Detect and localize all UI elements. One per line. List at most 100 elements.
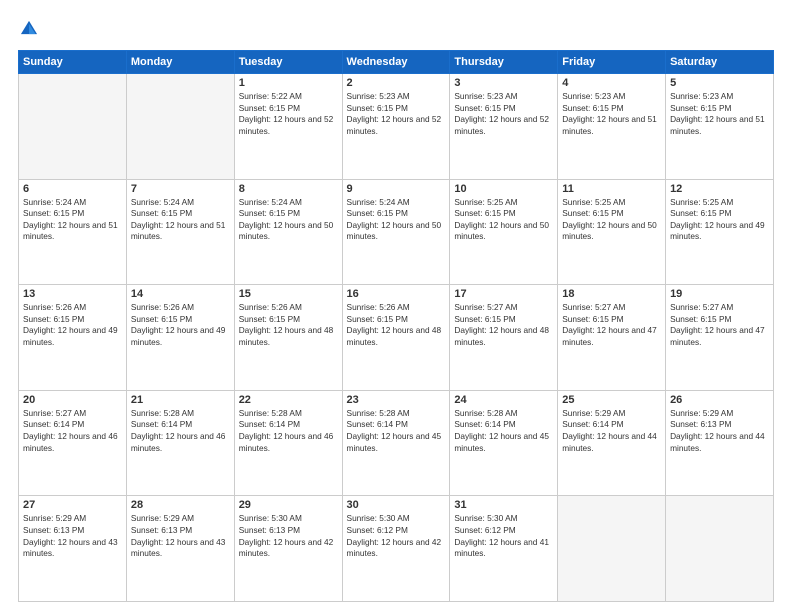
day-number: 1 (239, 77, 338, 89)
weekday-header-row: SundayMondayTuesdayWednesdayThursdayFrid… (19, 51, 774, 74)
calendar-cell: 1 Sunrise: 5:22 AMSunset: 6:15 PMDaylight… (234, 74, 342, 180)
calendar-cell (19, 74, 127, 180)
calendar-cell (126, 74, 234, 180)
logo-icon (18, 18, 40, 40)
day-number: 11 (562, 183, 661, 195)
weekday-thursday: Thursday (450, 51, 558, 74)
day-number: 23 (347, 394, 446, 406)
calendar-cell: 17Sunrise: 5:27 AMSunset: 6:15 PMDayligh… (450, 285, 558, 391)
calendar-cell: 23 Sunrise: 5:28 AMSunset: 6:14 PMDayligh… (342, 390, 450, 496)
day-number: 24 (454, 394, 553, 406)
day-number: 22 (239, 394, 338, 406)
day-number: 14 (131, 288, 230, 300)
weekday-friday: Friday (558, 51, 666, 74)
cell-detail: Sunrise: 5:22 AMSunset: 6:15 PMDaylight:… (239, 91, 338, 137)
weekday-tuesday: Tuesday (234, 51, 342, 74)
cell-detail: Sunrise: 5:30 AMSunset: 6:13 PMDaylight:… (239, 513, 338, 559)
cell-detail: Sunrise: 5:29 AMSunset: 6:14 PMDaylight:… (562, 408, 661, 454)
calendar-cell: 12 Sunrise: 5:25 AMSunset: 6:15 PMDayligh… (666, 179, 774, 285)
cell-detail: Sunrise: 5:23 AMSunset: 6:15 PMDaylight:… (347, 91, 446, 137)
day-number: 2 (347, 77, 446, 89)
calendar-cell: 21 Sunrise: 5:28 AMSunset: 6:14 PMDayligh… (126, 390, 234, 496)
calendar-cell: 15 Sunrise: 5:26 AMSunset: 6:15 PMDayligh… (234, 285, 342, 391)
day-number: 10 (454, 183, 553, 195)
calendar-cell: 11 Sunrise: 5:25 AMSunset: 6:15 PMDayligh… (558, 179, 666, 285)
calendar-cell: 6 Sunrise: 5:24 AMSunset: 6:15 PMDaylight… (19, 179, 127, 285)
logo (18, 18, 42, 40)
calendar-cell: 28 Sunrise: 5:29 AMSunset: 6:13 PMDayligh… (126, 496, 234, 602)
calendar-cell: 14 Sunrise: 5:26 AMSunset: 6:15 PMDayligh… (126, 285, 234, 391)
cell-detail: Sunrise: 5:26 AMSunset: 6:15 PMDaylight:… (239, 302, 338, 348)
day-number: 31 (454, 499, 553, 511)
calendar-cell: 26 Sunrise: 5:29 AMSunset: 6:13 PMDayligh… (666, 390, 774, 496)
cell-detail: Sunrise: 5:24 AMSunset: 6:15 PMDaylight:… (23, 197, 122, 243)
cell-detail: Sunrise: 5:27 AMSunset: 6:15 PMDaylight:… (562, 302, 661, 348)
cell-detail: Sunrise: 5:29 AMSunset: 6:13 PMDaylight:… (131, 513, 230, 559)
calendar-cell: 3 Sunrise: 5:23 AMSunset: 6:15 PMDaylight… (450, 74, 558, 180)
cell-detail: Sunrise: 5:28 AMSunset: 6:14 PMDaylight:… (454, 408, 553, 454)
calendar-cell: 30 Sunrise: 5:30 AMSunset: 6:12 PMDayligh… (342, 496, 450, 602)
day-number: 19 (670, 288, 769, 300)
cell-detail: Sunrise: 5:24 AMSunset: 6:15 PMDaylight:… (131, 197, 230, 243)
cell-detail: Sunrise: 5:25 AMSunset: 6:15 PMDaylight:… (454, 197, 553, 243)
day-number: 26 (670, 394, 769, 406)
header (18, 18, 774, 40)
calendar-cell: 5 Sunrise: 5:23 AMSunset: 6:15 PMDaylight… (666, 74, 774, 180)
cell-detail: Sunrise: 5:23 AMSunset: 6:15 PMDaylight:… (454, 91, 553, 137)
cell-detail: Sunrise: 5:26 AMSunset: 6:15 PMDaylight:… (347, 302, 446, 348)
calendar-cell: 2 Sunrise: 5:23 AMSunset: 6:15 PMDaylight… (342, 74, 450, 180)
calendar-cell: 7Sunrise: 5:24 AMSunset: 6:15 PMDaylight… (126, 179, 234, 285)
day-number: 5 (670, 77, 769, 89)
cell-detail: Sunrise: 5:30 AMSunset: 6:12 PMDaylight:… (347, 513, 446, 559)
cell-detail: Sunrise: 5:29 AMSunset: 6:13 PMDaylight:… (670, 408, 769, 454)
cell-detail: Sunrise: 5:27 AMSunset: 6:14 PMDaylight:… (23, 408, 122, 454)
cell-detail: Sunrise: 5:28 AMSunset: 6:14 PMDaylight:… (131, 408, 230, 454)
day-number: 3 (454, 77, 553, 89)
page: SundayMondayTuesdayWednesdayThursdayFrid… (0, 0, 792, 612)
day-number: 6 (23, 183, 122, 195)
calendar-cell: 29 Sunrise: 5:30 AMSunset: 6:13 PMDayligh… (234, 496, 342, 602)
cell-detail: Sunrise: 5:28 AMSunset: 6:14 PMDaylight:… (347, 408, 446, 454)
calendar-cell: 8 Sunrise: 5:24 AMSunset: 6:15 PMDaylight… (234, 179, 342, 285)
cell-detail: Sunrise: 5:25 AMSunset: 6:15 PMDaylight:… (670, 197, 769, 243)
calendar-row-1: 6 Sunrise: 5:24 AMSunset: 6:15 PMDaylight… (19, 179, 774, 285)
day-number: 12 (670, 183, 769, 195)
weekday-wednesday: Wednesday (342, 51, 450, 74)
calendar-cell: 27Sunrise: 5:29 AMSunset: 6:13 PMDayligh… (19, 496, 127, 602)
cell-detail: Sunrise: 5:23 AMSunset: 6:15 PMDaylight:… (562, 91, 661, 137)
cell-detail: Sunrise: 5:26 AMSunset: 6:15 PMDaylight:… (23, 302, 122, 348)
calendar-cell: 24 Sunrise: 5:28 AMSunset: 6:14 PMDayligh… (450, 390, 558, 496)
calendar-cell: 19Sunrise: 5:27 AMSunset: 6:15 PMDayligh… (666, 285, 774, 391)
calendar-row-3: 20Sunrise: 5:27 AMSunset: 6:14 PMDayligh… (19, 390, 774, 496)
calendar-cell: 13 Sunrise: 5:26 AMSunset: 6:15 PMDayligh… (19, 285, 127, 391)
calendar-row-2: 13 Sunrise: 5:26 AMSunset: 6:15 PMDayligh… (19, 285, 774, 391)
calendar-cell (558, 496, 666, 602)
cell-detail: Sunrise: 5:23 AMSunset: 6:15 PMDaylight:… (670, 91, 769, 137)
day-number: 8 (239, 183, 338, 195)
calendar-cell: 22Sunrise: 5:28 AMSunset: 6:14 PMDayligh… (234, 390, 342, 496)
day-number: 15 (239, 288, 338, 300)
calendar-cell: 20Sunrise: 5:27 AMSunset: 6:14 PMDayligh… (19, 390, 127, 496)
day-number: 18 (562, 288, 661, 300)
day-number: 28 (131, 499, 230, 511)
calendar-cell: 10 Sunrise: 5:25 AMSunset: 6:15 PMDayligh… (450, 179, 558, 285)
cell-detail: Sunrise: 5:24 AMSunset: 6:15 PMDaylight:… (239, 197, 338, 243)
day-number: 13 (23, 288, 122, 300)
calendar-table: SundayMondayTuesdayWednesdayThursdayFrid… (18, 50, 774, 602)
day-number: 30 (347, 499, 446, 511)
day-number: 25 (562, 394, 661, 406)
day-number: 16 (347, 288, 446, 300)
day-number: 17 (454, 288, 553, 300)
calendar-cell: 4Sunrise: 5:23 AMSunset: 6:15 PMDaylight… (558, 74, 666, 180)
calendar-cell: 31Sunrise: 5:30 AMSunset: 6:12 PMDayligh… (450, 496, 558, 602)
cell-detail: Sunrise: 5:26 AMSunset: 6:15 PMDaylight:… (131, 302, 230, 348)
calendar-row-0: 1 Sunrise: 5:22 AMSunset: 6:15 PMDaylight… (19, 74, 774, 180)
day-number: 29 (239, 499, 338, 511)
day-number: 21 (131, 394, 230, 406)
weekday-monday: Monday (126, 51, 234, 74)
cell-detail: Sunrise: 5:25 AMSunset: 6:15 PMDaylight:… (562, 197, 661, 243)
calendar-cell (666, 496, 774, 602)
weekday-saturday: Saturday (666, 51, 774, 74)
calendar-cell: 9Sunrise: 5:24 AMSunset: 6:15 PMDaylight… (342, 179, 450, 285)
day-number: 27 (23, 499, 122, 511)
